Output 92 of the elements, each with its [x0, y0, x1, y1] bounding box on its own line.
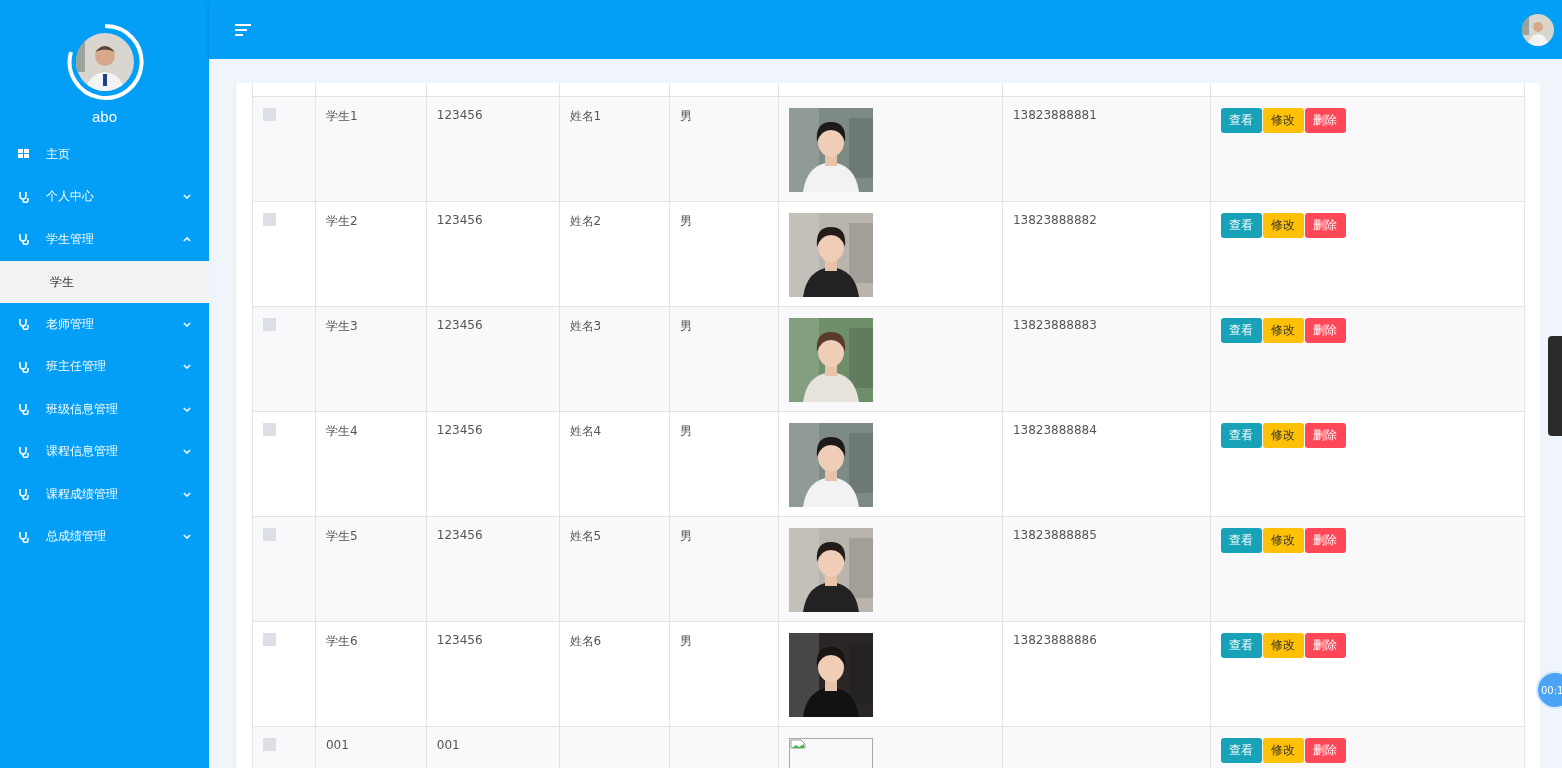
- row-checkbox[interactable]: [263, 633, 276, 646]
- edit-button[interactable]: 修改: [1262, 318, 1304, 343]
- view-button[interactable]: 查看: [1220, 108, 1262, 133]
- table-cell: 男: [680, 529, 693, 543]
- table-cell: 学生2: [325, 214, 358, 228]
- table-cell: 学生6: [325, 634, 358, 648]
- stethoscope-icon: [18, 445, 30, 458]
- table-cell: 123456: [436, 633, 483, 647]
- view-button[interactable]: 查看: [1220, 423, 1262, 448]
- edit-button[interactable]: 修改: [1262, 108, 1304, 133]
- submenu-item[interactable]: 学生: [0, 260, 209, 303]
- stethoscope-icon: [18, 403, 30, 416]
- avatar[interactable]: [1521, 12, 1555, 47]
- table-cell: 男: [680, 109, 693, 123]
- delete-button[interactable]: 删除: [1304, 738, 1346, 763]
- table-cell: 13823888881: [1012, 108, 1097, 122]
- edit-button[interactable]: 修改: [1262, 528, 1304, 553]
- menu-item[interactable]: 班级信息管理: [0, 388, 209, 431]
- view-button[interactable]: 查看: [1220, 318, 1262, 343]
- chevron-icon: [183, 321, 191, 327]
- table-cell: 123456: [436, 528, 483, 542]
- table-cell: 男: [680, 634, 693, 648]
- table-cell: 学生3: [325, 319, 358, 333]
- chevron-icon: [183, 194, 191, 200]
- recorder-timer: 00:1: [1536, 671, 1562, 709]
- stethoscope-icon: [18, 360, 30, 373]
- menu-item[interactable]: 学生管理: [0, 218, 209, 261]
- view-button[interactable]: 查看: [1220, 213, 1262, 238]
- table-cell: 123456: [436, 318, 483, 332]
- chevron-icon: [183, 406, 191, 412]
- edit-button[interactable]: 修改: [1262, 738, 1304, 763]
- chevron-icon: [183, 491, 191, 497]
- menu-item[interactable]: 个人中心: [0, 175, 209, 218]
- menu-item[interactable]: 课程信息管理: [0, 430, 209, 473]
- table-cell: 姓名6: [569, 634, 602, 648]
- table-cell: 13823888886: [1012, 633, 1097, 647]
- chevron-icon: [183, 364, 191, 370]
- row-checkbox[interactable]: [263, 738, 276, 751]
- delete-button[interactable]: 删除: [1304, 633, 1346, 658]
- menu-item[interactable]: 班主任管理: [0, 345, 209, 388]
- table-cell: 男: [680, 319, 693, 333]
- table-cell: 姓名5: [569, 529, 602, 543]
- row-checkbox[interactable]: [263, 423, 276, 436]
- table-cell: 姓名4: [569, 424, 602, 438]
- table-cell: 男: [680, 214, 693, 228]
- table-cell: 13823888883: [1012, 318, 1097, 332]
- table-cell: 001: [436, 738, 460, 752]
- view-button[interactable]: 查看: [1220, 633, 1262, 658]
- table-cell: 123456: [436, 423, 483, 437]
- table-cell: 姓名1: [569, 109, 602, 123]
- table-cell: 学生5: [325, 529, 358, 543]
- delete-button[interactable]: 删除: [1304, 213, 1346, 238]
- menu-item[interactable]: 课程成绩管理: [0, 473, 209, 516]
- stethoscope-icon: [18, 233, 30, 246]
- dashboard-icon: [18, 148, 30, 161]
- menu-item[interactable]: 主页: [0, 133, 209, 176]
- delete-button[interactable]: 删除: [1304, 528, 1346, 553]
- scrollbar[interactable]: [1548, 336, 1562, 436]
- menu-item[interactable]: 总成绩管理: [0, 515, 209, 558]
- stethoscope-icon: [18, 190, 30, 203]
- table-cell: 男: [680, 424, 693, 438]
- menu-icon[interactable]: [234, 22, 252, 37]
- table-cell: 13823888885: [1012, 528, 1097, 542]
- table-cell: 13823888884: [1012, 423, 1097, 437]
- menu-item[interactable]: 老师管理: [0, 303, 209, 346]
- delete-button[interactable]: 删除: [1304, 423, 1346, 448]
- table-cell: 001: [325, 738, 349, 752]
- chevron-icon: [183, 236, 191, 242]
- row-checkbox[interactable]: [263, 528, 276, 541]
- stethoscope-icon: [18, 530, 30, 543]
- stethoscope-icon: [18, 488, 30, 501]
- edit-button[interactable]: 修改: [1262, 213, 1304, 238]
- table-cell: 学生1: [325, 109, 358, 123]
- row-checkbox[interactable]: [263, 318, 276, 331]
- chevron-icon: [183, 449, 191, 455]
- table-cell: 姓名2: [569, 214, 602, 228]
- delete-button[interactable]: 删除: [1304, 318, 1346, 343]
- delete-button[interactable]: 删除: [1304, 108, 1346, 133]
- view-button[interactable]: 查看: [1220, 738, 1262, 763]
- row-checkbox[interactable]: [263, 213, 276, 226]
- view-button[interactable]: 查看: [1220, 528, 1262, 553]
- edit-button[interactable]: 修改: [1262, 423, 1304, 448]
- table-cell: 学生4: [325, 424, 358, 438]
- chevron-icon: [183, 534, 191, 540]
- table-cell: 姓名3: [569, 319, 602, 333]
- table-cell: 123456: [436, 108, 483, 122]
- row-checkbox[interactable]: [263, 108, 276, 121]
- stethoscope-icon: [18, 318, 30, 331]
- edit-button[interactable]: 修改: [1262, 633, 1304, 658]
- table-cell: 123456: [436, 213, 483, 227]
- table-cell: 13823888882: [1012, 213, 1097, 227]
- user-name: abo: [92, 108, 117, 125]
